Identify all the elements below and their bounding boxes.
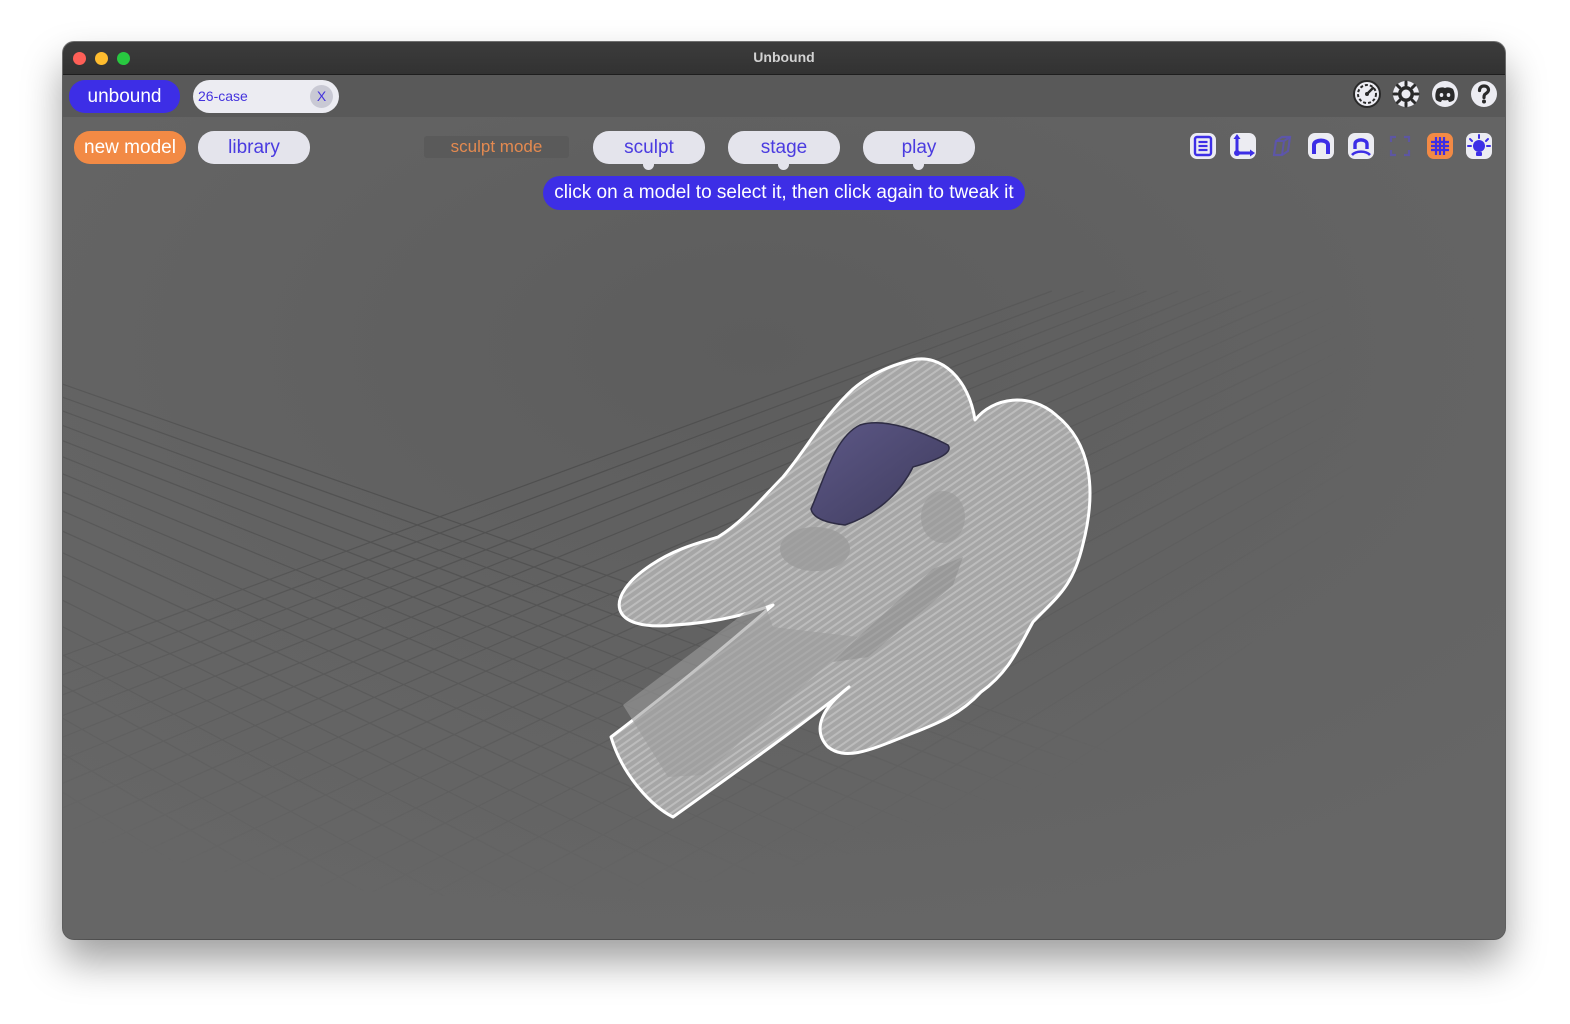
grid-icon [1427, 133, 1453, 159]
discord-icon [1432, 81, 1458, 107]
model-joint [921, 491, 965, 543]
mode-play-button[interactable]: play [863, 131, 975, 170]
magnet-icon [1308, 133, 1334, 159]
lighting-toggle[interactable] [1464, 131, 1494, 161]
performance-button[interactable] [1352, 79, 1382, 109]
light-icon [1466, 133, 1492, 159]
3d-viewport[interactable] [63, 117, 1505, 939]
close-document-button[interactable]: X [310, 85, 333, 108]
document-tab-label: 26-case [198, 88, 248, 104]
new-model-button[interactable]: new model [74, 131, 186, 164]
current-mode-label: sculpt mode [424, 136, 569, 158]
help-button[interactable] [1469, 79, 1499, 109]
mode-stage-button[interactable]: stage [728, 131, 840, 170]
mode-pointer [913, 159, 924, 170]
magnet-toggle[interactable] [1306, 131, 1336, 161]
mode-stage-label: stage [760, 137, 808, 158]
speedometer-icon [1353, 80, 1381, 108]
axes-toggle[interactable] [1228, 131, 1258, 161]
settings-button[interactable] [1391, 79, 1421, 109]
wireframe-toggle[interactable] [1267, 131, 1297, 161]
gear-icon [1392, 80, 1420, 108]
document-tab[interactable]: 26-case X [193, 80, 339, 113]
scene-canvas[interactable] [63, 117, 1505, 939]
help-icon [1471, 81, 1497, 107]
cube-outline-icon [1272, 135, 1292, 157]
app-window: Unbound unbound 26-case X new model libr… [63, 42, 1505, 939]
mode-sculpt-button[interactable]: sculpt [593, 131, 705, 170]
mode-pointer [778, 159, 789, 170]
library-button[interactable]: library [198, 131, 310, 164]
mode-sculpt-label: sculpt [624, 137, 674, 158]
grid-toggle[interactable] [1425, 131, 1455, 161]
outliner-toggle[interactable] [1188, 131, 1218, 161]
axes-icon [1230, 133, 1256, 159]
title-bar: Unbound [63, 42, 1505, 75]
snap-magnet-icon [1348, 133, 1374, 159]
mode-play-label: play [901, 137, 937, 158]
list-icon [1190, 133, 1216, 159]
model-joint [780, 527, 850, 571]
window-title: Unbound [753, 49, 815, 65]
frame-toggle[interactable] [1385, 131, 1415, 161]
snap-magnet-toggle[interactable] [1346, 131, 1376, 161]
mode-pointer [643, 159, 654, 170]
unbound-menu-button[interactable]: unbound [69, 80, 180, 113]
frame-icon [1389, 135, 1411, 157]
discord-button[interactable] [1430, 79, 1460, 109]
hint-tooltip: click on a model to select it, then clic… [543, 176, 1025, 210]
